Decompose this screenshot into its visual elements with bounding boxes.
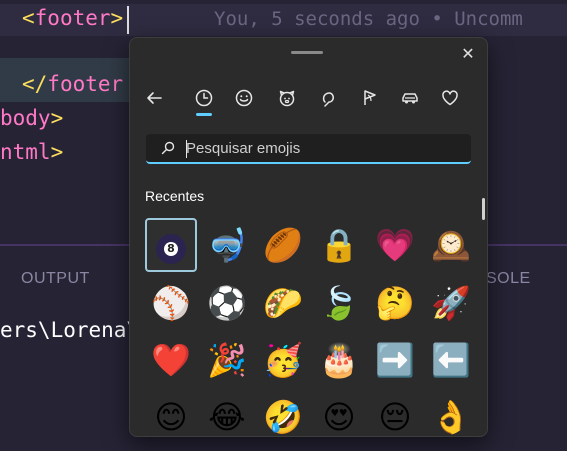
search-icon bbox=[161, 141, 175, 155]
smiley-icon[interactable] bbox=[232, 86, 256, 110]
emoji-cell[interactable]: 🕰️ bbox=[425, 218, 477, 272]
tag-name: footer bbox=[34, 6, 111, 30]
tab-output[interactable]: OUTPUT bbox=[21, 270, 90, 288]
active-category-indicator bbox=[196, 113, 212, 116]
drag-handle[interactable] bbox=[291, 51, 323, 54]
emoji-cell[interactable]: 🍃 bbox=[313, 276, 365, 330]
tag-close-bracket: > bbox=[50, 140, 64, 164]
code-line-4[interactable]: ntml> bbox=[0, 140, 63, 164]
recent-icon[interactable] bbox=[192, 86, 216, 110]
tag-name: ntml bbox=[0, 140, 51, 164]
emoji-picker: ✕ Recentes 8 🤿🏉🔒💗🕰️ ⚾⚽🌮🍃🤔🚀 ❤️🎉🥳🎂➡️⬅️ 😊😂🤣😍😔👌 bbox=[129, 37, 488, 437]
car-icon[interactable] bbox=[398, 86, 422, 110]
code-line-1[interactable]: <footer> bbox=[22, 6, 123, 30]
emoji-cell[interactable]: 😊 bbox=[145, 390, 197, 436]
emoji-cell[interactable]: 🏉 bbox=[257, 218, 309, 272]
terminal-output[interactable]: ers\Lorena\ bbox=[0, 318, 139, 342]
close-button[interactable]: ✕ bbox=[457, 44, 479, 66]
back-arrow-icon[interactable] bbox=[142, 86, 166, 110]
8-ball-icon: 8 bbox=[156, 234, 186, 264]
section-title: Recentes bbox=[145, 188, 205, 204]
code-line-2[interactable]: </footer bbox=[22, 72, 123, 96]
emoji-cell[interactable]: 🤿 bbox=[201, 218, 253, 272]
scrollbar[interactable] bbox=[482, 198, 485, 220]
git-blame-annotation: You, 5 seconds ago • Uncomm bbox=[214, 8, 523, 30]
emoji-cell[interactable]: 🎂 bbox=[313, 333, 365, 387]
emoji-cell[interactable]: 🥳 bbox=[257, 333, 309, 387]
food-icon[interactable] bbox=[317, 86, 341, 110]
heart-icon[interactable] bbox=[438, 86, 462, 110]
emoji-cell[interactable]: 👌 bbox=[425, 390, 477, 436]
code-line-3[interactable]: body> bbox=[0, 106, 63, 130]
emoji-cell[interactable]: ⬅️ bbox=[425, 333, 477, 387]
emoji-cell[interactable]: 🤔 bbox=[369, 276, 421, 330]
tag-name: body bbox=[0, 106, 51, 130]
emoji-cell[interactable]: 🔒 bbox=[313, 218, 365, 272]
emoji-cell[interactable]: ⚽ bbox=[201, 276, 253, 330]
input-caret bbox=[186, 140, 187, 158]
emoji-cell[interactable]: 🤣 bbox=[257, 390, 309, 436]
tag-close-bracket: > bbox=[110, 6, 124, 30]
emoji-cell[interactable]: 😔 bbox=[369, 390, 421, 436]
emoji-cell-8-ball[interactable]: 8 bbox=[145, 218, 197, 272]
text-cursor bbox=[127, 6, 129, 34]
tag-name: footer bbox=[47, 72, 124, 96]
emoji-cell[interactable]: 🌮 bbox=[257, 276, 309, 330]
tag-close-bracket: > bbox=[50, 106, 64, 130]
animal-icon[interactable] bbox=[275, 86, 299, 110]
search-input[interactable] bbox=[186, 137, 456, 159]
emoji-cell[interactable]: 🚀 bbox=[425, 276, 477, 330]
tab-debug-console[interactable]: SOLE bbox=[486, 270, 531, 288]
emoji-cell[interactable]: 🎉 bbox=[201, 333, 253, 387]
activity-icon[interactable] bbox=[358, 86, 382, 110]
emoji-cell[interactable]: 💗 bbox=[369, 218, 421, 272]
emoji-cell[interactable]: 😍 bbox=[313, 390, 365, 436]
emoji-cell[interactable]: ⚾ bbox=[145, 276, 197, 330]
emoji-cell[interactable]: ❤️ bbox=[145, 333, 197, 387]
emoji-search[interactable] bbox=[146, 134, 471, 164]
emoji-cell[interactable]: 😂 bbox=[201, 390, 253, 436]
tag-open-bracket: </ bbox=[22, 72, 48, 96]
emoji-cell[interactable]: ➡️ bbox=[369, 333, 421, 387]
tag-open-bracket: < bbox=[22, 6, 35, 30]
